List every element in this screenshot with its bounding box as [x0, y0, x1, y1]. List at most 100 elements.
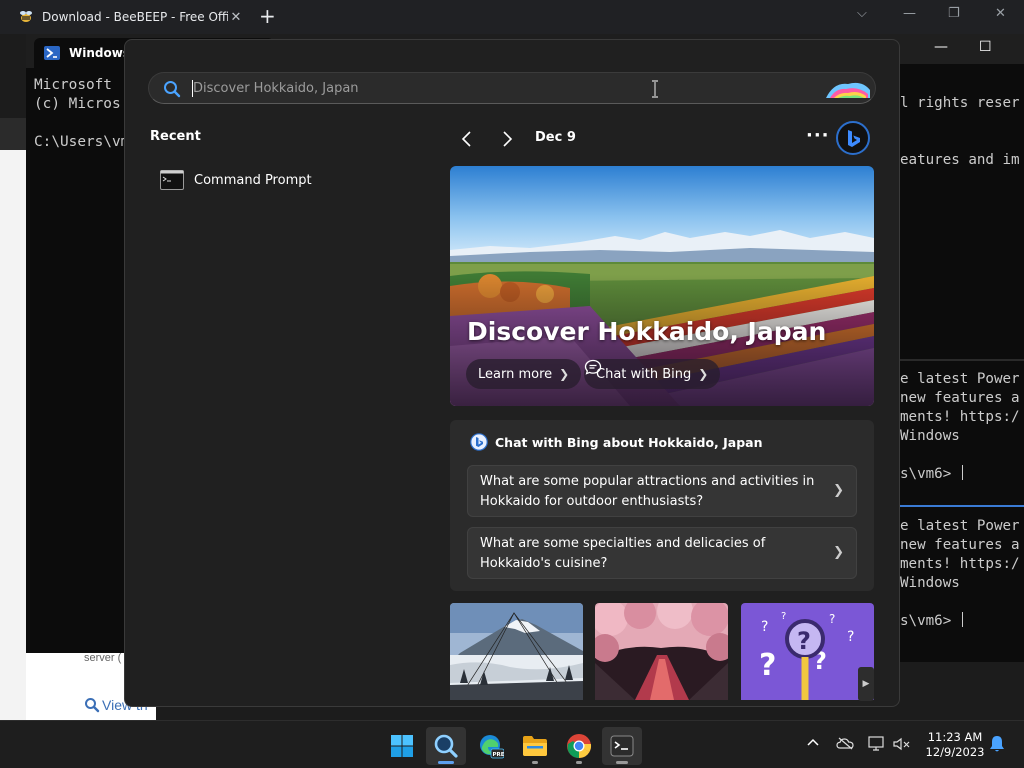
chevron-right-icon: ❯	[833, 545, 844, 560]
search-taskbar-button[interactable]	[426, 727, 466, 765]
search-highlight-icon[interactable]	[824, 78, 872, 100]
scroll-right-button[interactable]: ▶	[858, 667, 874, 701]
active-indicator	[438, 761, 454, 764]
learn-more-button[interactable]: Learn more ❯	[466, 359, 582, 389]
bing-suggestion[interactable]: What are some specialties and delicacies…	[467, 527, 857, 579]
content-date: Dec 9	[535, 130, 576, 145]
terminal-pane-output[interactable]: e latest Power new features a ments! https…	[900, 370, 1020, 484]
svg-text:?: ?	[829, 612, 835, 626]
output-line: C:\Users\vm	[34, 134, 130, 150]
bing-chat-button[interactable]	[836, 121, 870, 155]
terminal-title-bar: — ☐	[880, 34, 1024, 64]
browser-tab[interactable]: Download - BeeBEEP - Free Office ✕	[8, 4, 248, 30]
search-icon	[434, 734, 458, 758]
hero-title: Discover Hokkaido, Japan	[467, 317, 827, 346]
recent-item-command-prompt[interactable]: Command Prompt	[150, 164, 420, 196]
recent-item-label: Command Prompt	[194, 172, 312, 188]
file-explorer-icon[interactable]	[515, 727, 555, 765]
output-line: Microsoft	[34, 77, 112, 93]
terminal-window: — ☐ l rights reser eatures and im e late…	[880, 34, 1024, 662]
chrome-icon[interactable]	[559, 727, 599, 765]
terminal-pane-output[interactable]: e latest Power new features a ments! https…	[900, 517, 1020, 631]
chat-with-bing-label: Chat with Bing	[596, 366, 692, 382]
chat-card-header: Chat with Bing about Hokkaido, Japan	[470, 433, 763, 451]
pane-divider-active[interactable]	[900, 505, 1024, 507]
output-line: (c) Micros	[34, 96, 121, 112]
edge-preview-icon[interactable]: PRE	[471, 727, 511, 765]
chrome-logo-icon	[567, 734, 592, 758]
chat-with-bing-button[interactable]: Chat with Bing ❯	[584, 359, 721, 389]
output-line: Windows	[900, 575, 960, 591]
svg-text:?: ?	[781, 611, 786, 622]
running-indicator	[532, 761, 538, 764]
output-line: l rights reser	[900, 95, 1020, 111]
close-tab-icon[interactable]: ✕	[228, 10, 244, 25]
clock-time: 11:23 AM	[927, 730, 983, 744]
more-options-icon[interactable]: ···	[806, 125, 830, 146]
pane-divider[interactable]	[900, 359, 1024, 361]
svg-text:?: ?	[761, 619, 768, 635]
windows-logo-icon	[391, 735, 413, 757]
terminal-icon[interactable]	[602, 727, 642, 765]
search-icon	[164, 81, 181, 98]
text-cursor	[961, 465, 963, 480]
bing-suggestion[interactable]: What are some popular attractions and ac…	[467, 465, 857, 517]
text-cursor-pointer-icon	[652, 80, 658, 98]
folder-icon	[523, 736, 547, 756]
chevron-left-icon[interactable]	[460, 129, 474, 149]
recent-heading: Recent	[150, 129, 201, 144]
notification-bell-icon[interactable]	[989, 735, 1005, 753]
powershell-tab-title: Windows	[69, 46, 130, 60]
output-line: new features a	[900, 537, 1020, 553]
network-icon[interactable]	[868, 736, 886, 752]
thumbnail-row: ? ? ? ? ? ? ?	[450, 603, 874, 703]
svg-text:?: ?	[797, 627, 811, 655]
close-window-icon[interactable]: ✕	[995, 6, 1006, 21]
edge-icon: PRE	[480, 735, 504, 759]
search-icon	[85, 698, 100, 713]
command-prompt-icon	[160, 170, 184, 190]
learn-more-label: Learn more	[478, 366, 553, 382]
minimize-icon[interactable]: —	[934, 39, 948, 55]
hero-card[interactable]: Discover Hokkaido, Japan Learn more ❯ Ch…	[450, 166, 874, 406]
tab-search-icon[interactable]: ⌵	[857, 6, 867, 21]
prompt-line: s\vm6>	[900, 465, 1020, 484]
chevron-up-icon[interactable]	[806, 736, 820, 750]
terminal-output: l rights reser eatures and im	[900, 94, 1020, 170]
page-text: server (	[84, 652, 122, 664]
restore-icon[interactable]: ❐	[948, 6, 960, 21]
onedrive-icon[interactable]	[836, 736, 854, 750]
windows-start-icon[interactable]	[382, 727, 422, 765]
system-clock[interactable]: 11:23 AM 12/9/2023	[916, 730, 994, 760]
search-input[interactable]	[193, 76, 793, 100]
output-line: ments! https:/	[900, 556, 1020, 572]
prompt-text: s\vm6>	[900, 613, 960, 629]
terminal-app-icon	[610, 735, 634, 757]
bing-chat-icon	[470, 433, 488, 451]
output-line: Windows	[900, 428, 960, 444]
powershell-output: Microsoft (c) Micros C:\Users\vm	[34, 76, 129, 152]
svg-text:?: ?	[847, 629, 854, 645]
suggestion-text: What are some popular attractions and ac…	[480, 474, 815, 509]
thumbnail-quiz[interactable]: ? ? ? ? ? ? ?	[741, 603, 874, 700]
thumbnail-cherry-blossom[interactable]	[595, 603, 728, 700]
browser-tab-bar: Download - BeeBEEP - Free Office ✕ + ⌵ —…	[0, 0, 1024, 34]
clock-date: 12/9/2023	[925, 745, 985, 759]
search-box[interactable]	[148, 72, 876, 104]
search-flyout: Recent Command Prompt Dec 9 ···	[124, 39, 900, 707]
chevron-right-icon[interactable]	[500, 129, 514, 149]
thumbnail-mountain-ropeway[interactable]	[450, 603, 583, 700]
suggestion-text: What are some specialties and delicacies…	[480, 536, 766, 571]
minimize-icon[interactable]: —	[903, 6, 916, 21]
beebeep-favicon-icon	[20, 11, 32, 22]
new-tab-button[interactable]: +	[259, 5, 276, 27]
volume-muted-icon[interactable]	[893, 736, 911, 752]
chat-card-heading: Chat with Bing about Hokkaido, Japan	[495, 434, 763, 450]
mountain-ropeway-image	[450, 603, 583, 700]
chevron-right-icon: ❯	[698, 367, 709, 381]
maximize-icon[interactable]: ☐	[979, 39, 992, 55]
browser-page-edge	[0, 150, 26, 720]
